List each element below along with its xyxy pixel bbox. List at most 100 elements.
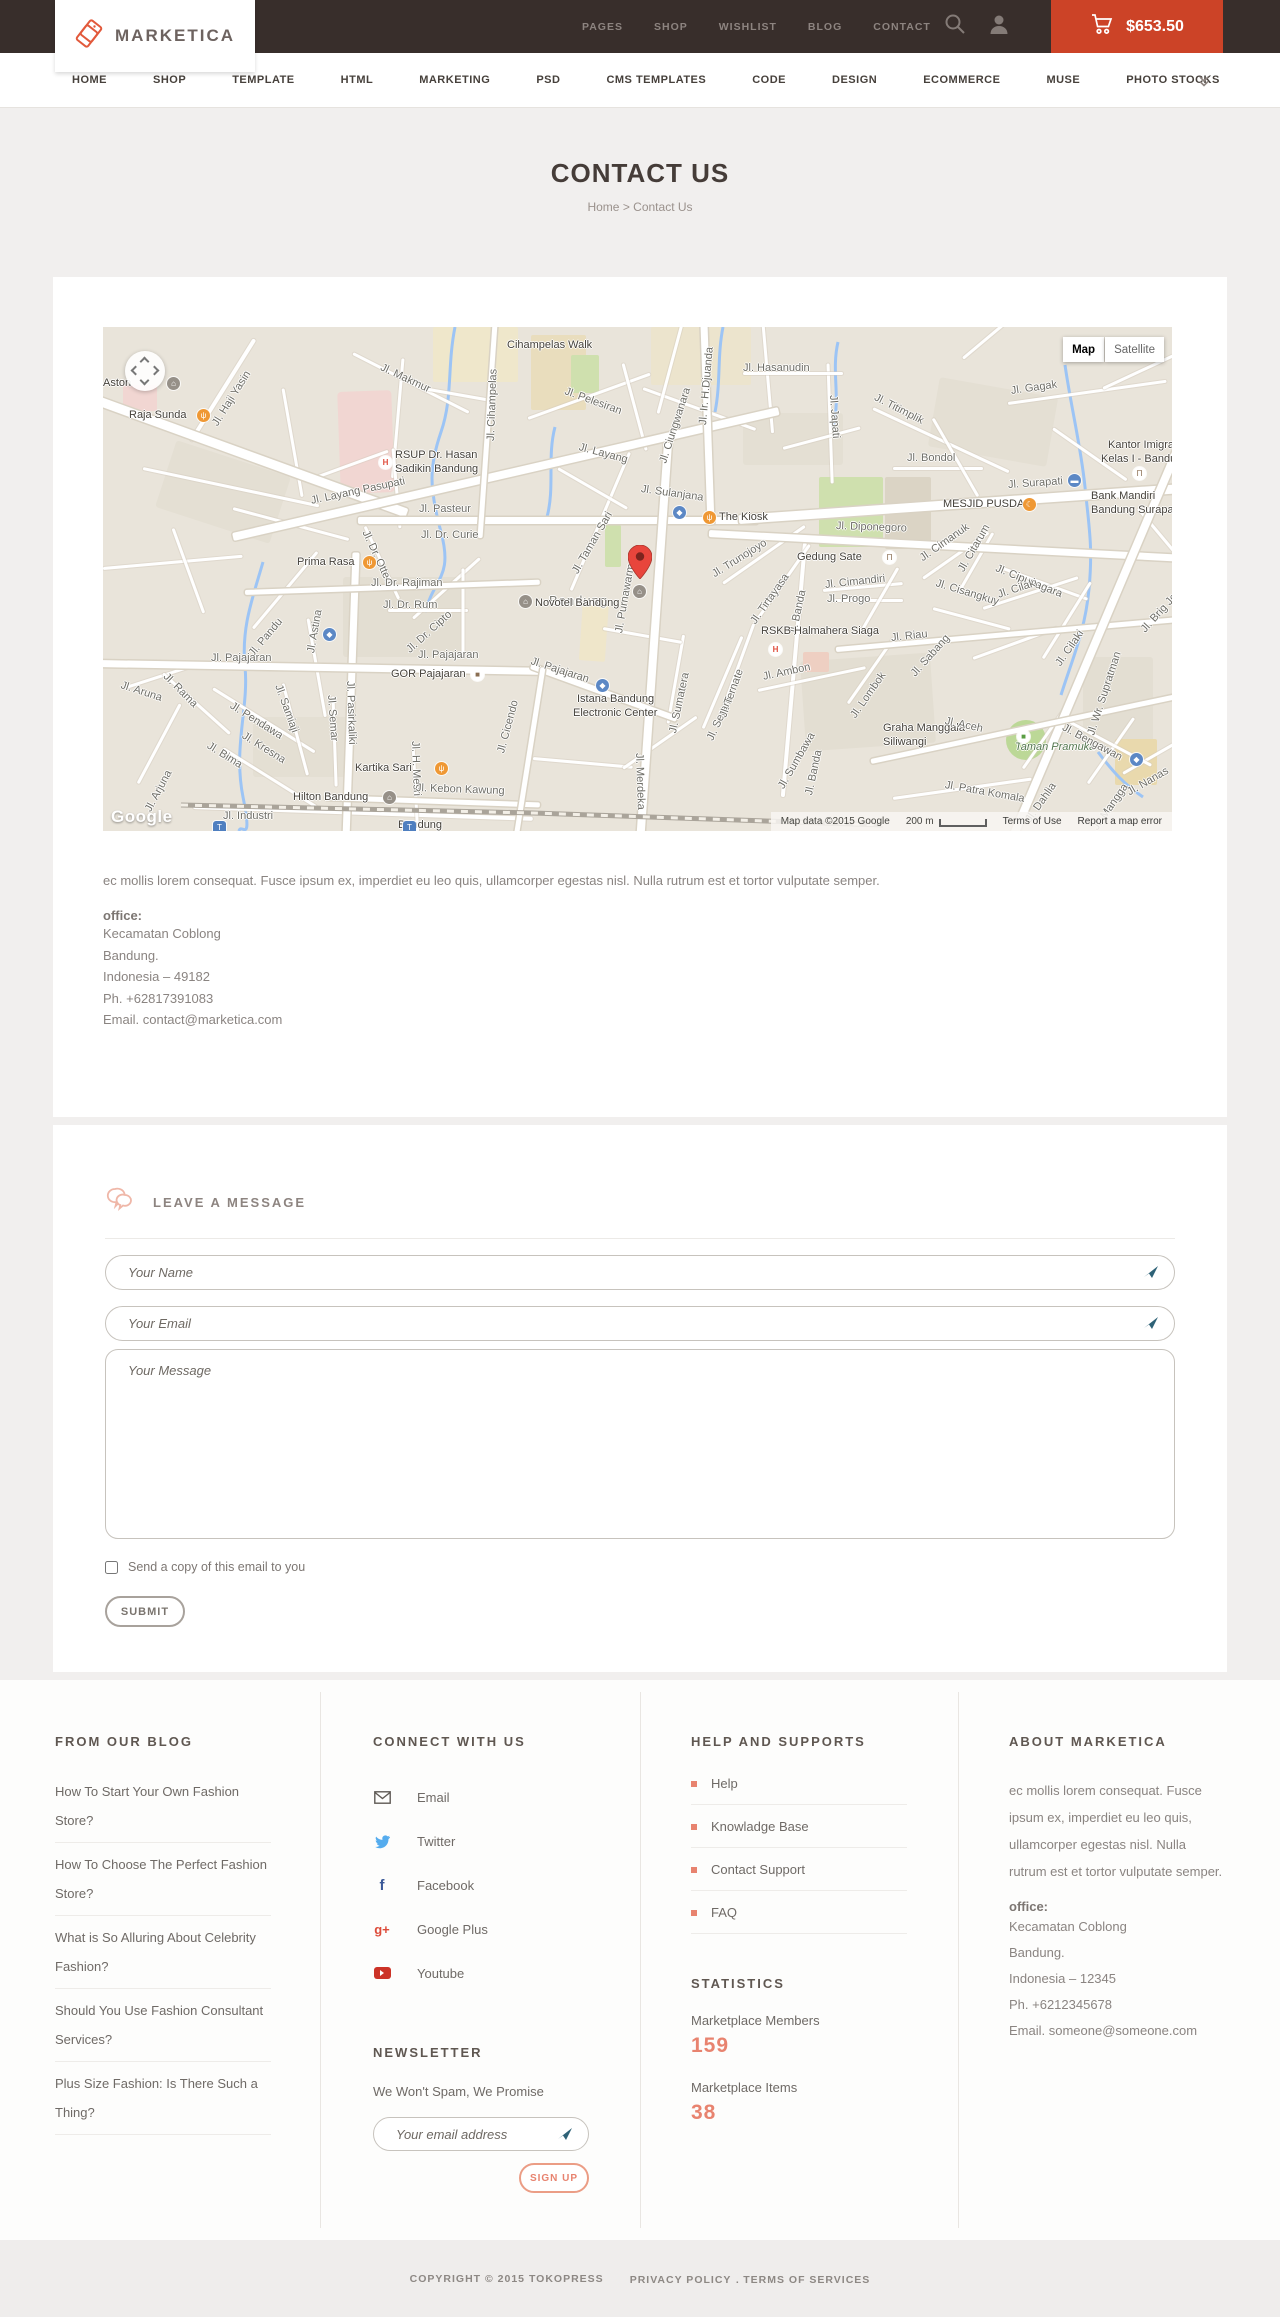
map-label: Novotel Bandung [535, 597, 620, 609]
map-button[interactable]: Map [1063, 337, 1105, 362]
breadcrumb-separator: > [622, 200, 630, 214]
top-icons [944, 0, 1010, 53]
youtube-icon [373, 1967, 391, 1979]
breadcrumb-current: Contact Us [633, 200, 693, 214]
blog-post-link[interactable]: Plus Size Fashion: Is There Such a Thing… [55, 2069, 271, 2135]
social-gplus[interactable]: g+ Google Plus [373, 1907, 589, 1951]
main-nav-home[interactable]: HOME [72, 74, 107, 86]
copyright-separator: . [735, 2273, 739, 2286]
help-link-help[interactable]: Help [691, 1775, 907, 1805]
message-textarea[interactable] [105, 1349, 1175, 1539]
blog-post-link[interactable]: How To Start Your Own Fashion Store? [55, 1777, 271, 1843]
map-poi-train-icon: T [213, 821, 226, 831]
map-label: Bandung Surapati [1091, 504, 1172, 516]
main-nav-muse[interactable]: MUSE [1046, 74, 1080, 86]
stat-value: 38 [691, 2101, 717, 2124]
main-nav-marketing[interactable]: MARKETING [419, 74, 490, 86]
main-nav-code[interactable]: CODE [752, 74, 786, 86]
help-link-faq[interactable]: FAQ [691, 1904, 907, 1934]
social-twitter[interactable]: Twitter [373, 1819, 589, 1863]
stats-heading: STATISTICS [691, 1976, 785, 1991]
main-nav-psd[interactable]: PSD [536, 74, 560, 86]
bullet-icon [691, 1909, 697, 1916]
chevron-down-icon[interactable] [1198, 74, 1210, 92]
cart-button[interactable]: $653.50 [1051, 0, 1223, 53]
map-data-text: Map data ©2015 Google [780, 816, 890, 827]
blog-list: How To Start Your Own Fashion Store? How … [55, 1777, 271, 2135]
social-list: Email Twitter f Facebook g+ Google Plus Youtub… [373, 1775, 589, 1995]
top-nav: PAGES SHOP WISHLIST BLOG CONTACT [582, 0, 931, 53]
newsletter-input[interactable] [373, 2117, 589, 2151]
submit-button[interactable]: SUBMIT [105, 1596, 185, 1627]
cart-total: $653.50 [1126, 17, 1184, 35]
main-nav-cms-templates[interactable]: CMS TEMPLATES [606, 74, 706, 86]
map-label: Prima Rasa [297, 556, 355, 568]
map-poi-shop-icon: ◆ [1130, 753, 1143, 766]
top-bar: MARKETICA PAGES SHOP WISHLIST BLOG CONTACT $… [0, 0, 1280, 72]
terms-of-services-link[interactable]: TERMS OF SERVICES [743, 2274, 870, 2286]
privacy-policy-link[interactable]: PRIVACY POLICY [630, 2274, 732, 2286]
about-address: Kecamatan Coblong Bandung. Indonesia – 123… [1009, 1914, 1225, 2044]
main-nav-template[interactable]: TEMPLATE [232, 74, 294, 86]
office-line: Email. contact@marketica.com [103, 1012, 283, 1027]
send-copy-row: Send a copy of this email to you [105, 1560, 1175, 1574]
social-email[interactable]: Email [373, 1775, 589, 1819]
satellite-button[interactable]: Satellite [1105, 337, 1164, 362]
map-pan-control[interactable] [125, 351, 165, 391]
map-poi-mus-icon: Π [883, 551, 896, 564]
pan-left-icon[interactable] [130, 365, 141, 376]
signup-button[interactable]: SIGN UP [519, 2163, 589, 2193]
social-facebook[interactable]: f Facebook [373, 1863, 589, 1907]
map-label: Bank Mandiri [1091, 490, 1156, 502]
footer-col-blog: FROM OUR BLOG How To Start Your Own Fash… [55, 1680, 271, 2142]
page-header: CONTACT US Home > Contact Us [0, 108, 1280, 277]
map-label: Jl. Pajajaran [211, 652, 272, 664]
stat-label: Marketplace Items [691, 2080, 798, 2095]
name-input[interactable] [105, 1255, 1175, 1290]
pan-up-icon[interactable] [139, 356, 150, 367]
report-error-link[interactable]: Report a map error [1078, 816, 1162, 827]
terms-link[interactable]: Terms of Use [1003, 816, 1062, 827]
user-icon[interactable] [988, 13, 1010, 40]
map-poi-hosp-icon: H [769, 643, 782, 656]
pan-down-icon[interactable] [139, 375, 150, 386]
map-label: Cihampelas Walk [507, 339, 593, 351]
main-nav-ecommerce[interactable]: ECOMMERCE [923, 74, 1000, 86]
social-youtube[interactable]: Youtube [373, 1951, 589, 1995]
pan-right-icon[interactable] [149, 365, 160, 376]
breadcrumb-home[interactable]: Home [587, 200, 619, 214]
send-copy-label: Send a copy of this email to you [128, 1560, 306, 1574]
search-icon[interactable] [944, 13, 966, 40]
map-marker-icon[interactable] [627, 544, 653, 584]
top-nav-pages[interactable]: PAGES [582, 21, 623, 33]
blog-post-link[interactable]: Should You Use Fashion Consultant Servic… [55, 1996, 271, 2062]
office-line: Kecamatan Coblong [103, 926, 221, 941]
send-copy-checkbox[interactable] [105, 1560, 118, 1574]
help-link-contact-support[interactable]: Contact Support [691, 1861, 907, 1891]
map-poi-rest-icon: ψ [703, 511, 716, 524]
help-link-knowladge-base[interactable]: Knowladge Base [691, 1818, 907, 1848]
map-poi-shop-icon: ◆ [323, 628, 336, 641]
top-nav-blog[interactable]: BLOG [808, 21, 842, 33]
map-label: Jl. Pajajaran [418, 649, 479, 661]
main-nav-html[interactable]: HTML [341, 74, 374, 86]
map-poi-hotel-icon: ⌂ [383, 791, 396, 804]
top-nav-wishlist[interactable]: WISHLIST [719, 21, 777, 33]
email-input[interactable] [105, 1306, 1175, 1341]
top-nav-shop[interactable]: SHOP [654, 21, 688, 33]
map-label: Hilton Bandung [293, 791, 369, 803]
office-line: Indonesia – 49182 [103, 969, 210, 984]
map-poi-bank-icon: ▬ [1068, 474, 1081, 487]
map-poi-shop-icon: ◆ [596, 679, 609, 692]
footer: FROM OUR BLOG How To Start Your Own Fash… [0, 1680, 1280, 2240]
blog-post-link[interactable]: What is So Alluring About Celebrity Fash… [55, 1923, 271, 1989]
map-label: Kelas I - Bandung [1101, 453, 1172, 465]
main-nav-design[interactable]: DESIGN [832, 74, 877, 86]
map-canvas[interactable]: Map Satellite Google Map data ©2015 Goog… [103, 327, 1172, 831]
logo[interactable]: MARKETICA [55, 0, 255, 72]
main-nav-shop[interactable]: SHOP [153, 74, 186, 86]
blog-post-link[interactable]: How To Choose The Perfect Fashion Store? [55, 1850, 271, 1916]
map-label: Jl. Cihampelas [485, 368, 500, 442]
newsletter-heading: NEWSLETTER [373, 2045, 483, 2060]
top-nav-contact[interactable]: CONTACT [873, 21, 931, 33]
